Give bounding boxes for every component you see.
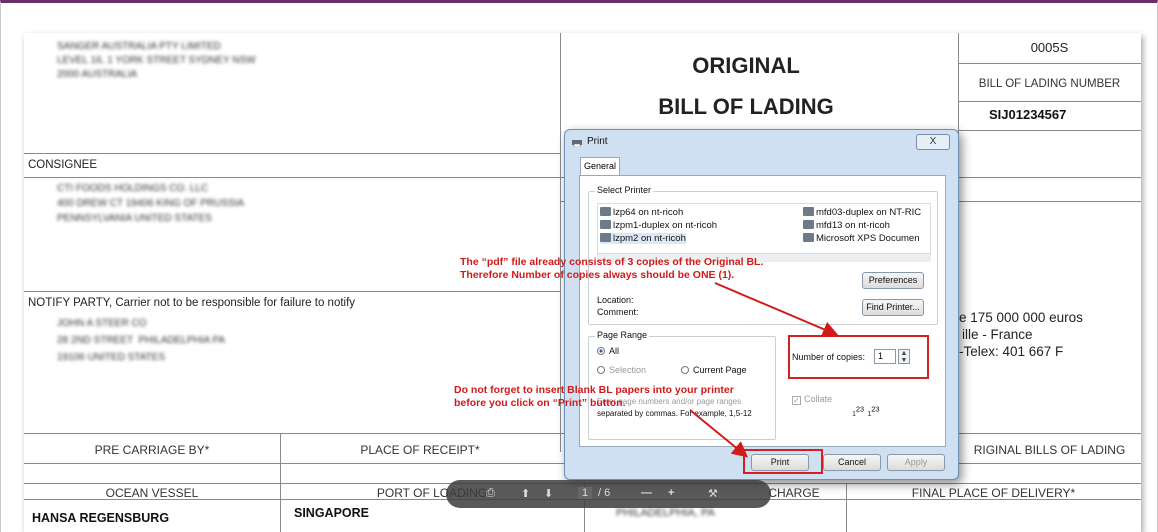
pdf-toolbar: ⎙ ⬆ ⬇ 1 / 6 — + ⚒ [446, 480, 771, 508]
next-page-icon[interactable]: ⬇ [544, 487, 553, 500]
arrow-to-copies [714, 282, 839, 337]
arrow-to-print [689, 409, 749, 458]
tools-icon[interactable]: ⚒ [708, 487, 718, 500]
page-total: / 6 [598, 487, 611, 499]
print-icon[interactable]: ⎙ [486, 487, 495, 500]
page-number-input[interactable]: 1 [578, 487, 593, 499]
zoom-in-icon[interactable]: + [668, 487, 674, 499]
prev-page-icon[interactable]: ⬆ [521, 487, 530, 500]
zoom-out-icon[interactable]: — [641, 487, 652, 499]
annotation-arrows [689, 282, 839, 458]
